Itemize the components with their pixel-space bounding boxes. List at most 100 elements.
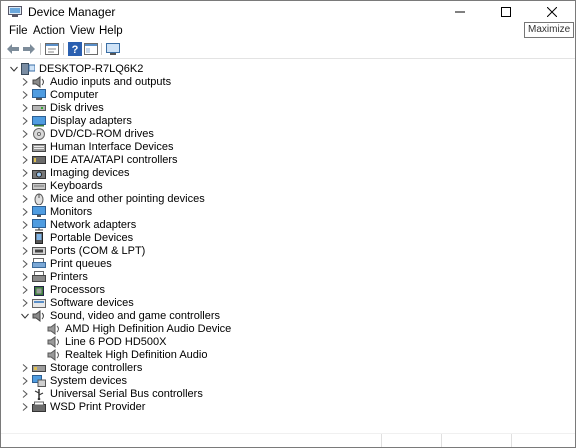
tree-category[interactable]: Print queues xyxy=(20,257,112,270)
tree-device[interactable]: Realtek High Definition Audio xyxy=(35,348,207,361)
tree-category[interactable]: Audio inputs and outputs xyxy=(20,75,171,88)
menu-help[interactable]: Help xyxy=(99,25,123,37)
tree-category-label: Sound, video and game controllers xyxy=(50,309,220,322)
chevron-right-icon[interactable] xyxy=(20,257,30,270)
chevron-right-icon[interactable] xyxy=(20,101,30,114)
chevron-right-icon[interactable] xyxy=(20,387,30,400)
tree-device[interactable]: AMD High Definition Audio Device xyxy=(35,322,231,335)
chevron-right-icon[interactable] xyxy=(20,153,30,166)
tree-category-label: Storage controllers xyxy=(50,361,143,374)
keyboard-icon xyxy=(32,182,46,190)
tree-category-label: Printers xyxy=(50,270,88,283)
display-adapter-icon xyxy=(32,115,46,126)
tree-category[interactable]: Display adapters xyxy=(20,114,132,127)
tree-category-label: Monitors xyxy=(50,205,93,218)
close-button[interactable] xyxy=(529,1,575,23)
tree-root-computer[interactable]: DESKTOP-R7LQ6K2 xyxy=(9,62,143,75)
minimize-button[interactable] xyxy=(437,1,483,23)
tree-category-label: DVD/CD-ROM drives xyxy=(50,127,154,140)
tree-category[interactable]: Mice and other pointing devices xyxy=(20,192,205,205)
chevron-right-icon[interactable] xyxy=(20,283,30,296)
tree-category[interactable]: Portable Devices xyxy=(20,231,133,244)
tree-category[interactable]: Disk drives xyxy=(20,101,104,114)
tree-category[interactable]: Universal Serial Bus controllers xyxy=(20,387,203,400)
tree-device-label: Realtek High Definition Audio xyxy=(65,348,208,361)
network-icon xyxy=(32,218,46,230)
back-icon xyxy=(7,44,19,54)
device-manager-window: Device Manager File Action View Help ? D… xyxy=(0,0,576,448)
menu-file[interactable]: File xyxy=(9,25,28,37)
tree-category-label: Processors xyxy=(50,283,106,296)
tree-category-label: Computer xyxy=(50,88,99,101)
mouse-icon xyxy=(34,193,44,205)
tree-root-computer-label: DESKTOP-R7LQ6K2 xyxy=(39,62,144,75)
tree-category[interactable]: Human Interface Devices xyxy=(20,140,174,153)
tree-category[interactable]: Computer xyxy=(20,88,98,101)
chevron-right-icon[interactable] xyxy=(20,75,30,88)
chevron-right-icon[interactable] xyxy=(20,270,30,283)
tree-category-label: Display adapters xyxy=(50,114,132,127)
show-hide-console-button[interactable] xyxy=(83,41,99,57)
tree-category[interactable]: Imaging devices xyxy=(20,166,130,179)
help-button[interactable]: ? xyxy=(67,41,83,57)
chevron-right-icon[interactable] xyxy=(20,205,30,218)
chevron-right-icon[interactable] xyxy=(20,400,30,413)
tree-category[interactable]: Sound, video and game controllers xyxy=(20,309,220,322)
chevron-right-icon[interactable] xyxy=(20,192,30,205)
menu-action[interactable]: Action xyxy=(33,25,65,37)
menu-bar: File Action View Help xyxy=(1,23,575,40)
chevron-right-icon[interactable] xyxy=(20,166,30,179)
chevron-down-icon[interactable] xyxy=(20,309,30,322)
maximize-button[interactable] xyxy=(483,1,529,23)
window-title: Device Manager xyxy=(28,5,116,19)
chevron-right-icon[interactable] xyxy=(20,218,30,231)
chevron-down-icon[interactable] xyxy=(9,62,19,75)
tree-category[interactable]: WSD Print Provider xyxy=(20,400,145,413)
svg-text:?: ? xyxy=(72,44,79,56)
chevron-right-icon[interactable] xyxy=(20,127,30,140)
menu-view[interactable]: View xyxy=(70,25,95,37)
tree-category-label: WSD Print Provider xyxy=(50,400,146,413)
chevron-right-icon[interactable] xyxy=(20,140,30,153)
back-button[interactable] xyxy=(5,41,21,57)
tree-category[interactable]: Storage controllers xyxy=(20,361,142,374)
tree-category-label: Print queues xyxy=(50,257,112,270)
properties-button[interactable] xyxy=(44,41,60,57)
tree-category-label: Network adapters xyxy=(50,218,137,231)
device-tree: DESKTOP-R7LQ6K2 Audio inputs and outputs C… xyxy=(1,60,575,447)
tree-category[interactable]: Network adapters xyxy=(20,218,136,231)
show-hide-icon xyxy=(84,43,98,55)
chevron-right-icon[interactable] xyxy=(20,231,30,244)
audio-device-icon xyxy=(47,348,59,361)
tree-category[interactable]: DVD/CD-ROM drives xyxy=(20,127,154,140)
port-icon xyxy=(32,246,46,255)
chevron-right-icon[interactable] xyxy=(20,179,30,192)
tree-category-label: Keyboards xyxy=(50,179,103,192)
device-manager-app-icon xyxy=(8,6,22,17)
tree-category-label: Universal Serial Bus controllers xyxy=(50,387,203,400)
chevron-right-icon[interactable] xyxy=(20,361,30,374)
tree-category[interactable]: Ports (COM & LPT) xyxy=(20,244,145,257)
chevron-right-icon[interactable] xyxy=(20,296,30,309)
chevron-right-icon[interactable] xyxy=(20,114,30,127)
tree-category-label: Portable Devices xyxy=(50,231,134,244)
title-bar[interactable]: Device Manager xyxy=(1,1,575,23)
tree-category[interactable]: Printers xyxy=(20,270,88,283)
chevron-right-icon[interactable] xyxy=(20,88,30,101)
tree-device[interactable]: Line 6 POD HD500X xyxy=(35,335,167,348)
tree-category-label: IDE ATA/ATAPI controllers xyxy=(50,153,178,166)
scan-hardware-button[interactable] xyxy=(105,41,121,57)
chevron-right-icon[interactable] xyxy=(20,374,30,387)
chevron-right-icon[interactable] xyxy=(20,244,30,257)
tree-category[interactable]: Software devices xyxy=(20,296,134,309)
tree-category[interactable]: Monitors xyxy=(20,205,92,218)
tree-category[interactable]: Keyboards xyxy=(20,179,103,192)
tree-category[interactable]: System devices xyxy=(20,374,127,387)
scan-icon xyxy=(106,42,120,55)
tree-category[interactable]: IDE ATA/ATAPI controllers xyxy=(20,153,178,166)
toolbar: ? xyxy=(1,40,575,59)
forward-button[interactable] xyxy=(21,41,37,57)
disk-icon xyxy=(32,104,46,111)
speaker-icon xyxy=(32,75,44,88)
tree-category[interactable]: Processors xyxy=(20,283,105,296)
